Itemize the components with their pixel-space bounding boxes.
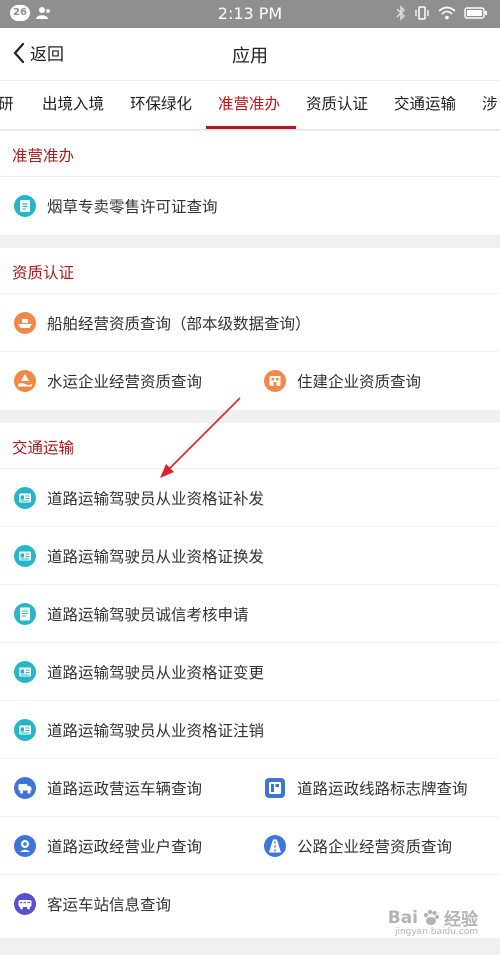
list-item-label: 道路运输驾驶员从业资格证补发 [47,490,265,508]
section-title: 资质认证 [12,264,75,282]
list-item-driver-certificate-cancellation[interactable]: 道路运输驾驶员从业资格证注销 [14,701,264,759]
chevron-left-icon [13,42,25,63]
active-tab-indicator [206,126,296,129]
tab-environment-greening[interactable]: 环保绿化 [130,81,192,129]
driver-certificate-icon [14,661,36,683]
list-item-label: 道路运输驾驶员从业资格证注销 [47,722,265,740]
list-item-label: 道路运政经营业户查询 [47,838,203,856]
driver-certificate-icon [14,487,36,509]
list-item-label: 公路企业经营资质查询 [297,838,453,856]
section-business-permits: 准营准办 烟草专卖零售许可证查询 [0,131,500,235]
list-item-label: 道路运输驾驶员诚信考核申请 [47,606,249,624]
list-item-driver-certificate-reissue[interactable]: 道路运输驾驶员从业资格证补发 [14,469,264,527]
section-title: 准营准办 [12,147,75,165]
driver-certificate-icon [14,545,36,567]
vehicle-icon [14,777,36,799]
list-item-label: 道路运政营运车辆查询 [47,780,203,798]
list-item-bus-station-info[interactable]: 客运车站信息查询 [14,875,171,933]
vibrate-icon [415,6,429,20]
list-item-label: 水运企业经营资质查询 [47,373,203,391]
list-item-label: 客运车站信息查询 [47,896,172,914]
tab-transportation[interactable]: 交通运输 [394,81,456,129]
section-title: 交通运输 [12,439,75,457]
construction-enterprise-icon [264,370,286,392]
list-row: 水运企业经营资质查询 住建企业资质查询 [0,352,500,410]
list-row: 道路运输驾驶员从业资格证注销 [0,701,500,759]
list-item-label: 道路运输驾驶员从业资格证变更 [47,664,265,682]
list-row: 道路运政经营业户查询 公路企业经营资质查询 [0,817,500,875]
tab-exit-entry[interactable]: 出境入境 [42,81,104,129]
watermark-url: jingyan.baidu.com [394,927,478,937]
ship-qualification-icon [14,312,36,334]
tab-business-permits[interactable]: 准营准办 [218,81,280,129]
list-item-label: 道路运政线路标志牌查询 [297,780,468,798]
driver-certificate-icon [14,603,36,625]
section-transportation: 交通运输 道路运输驾驶员从业资格证补发 道路运输驾驶员从业资格证换发 道路运输驾… [0,423,500,938]
list-row: 道路运输驾驶员从业资格证补发 [0,469,500,527]
status-right [396,5,488,21]
app-page: 26 2:13 PM 返回 应用 出境入境 环保绿化 准营准办 资质认证 交通运… [0,0,500,955]
section-header: 交通运输 [0,423,500,469]
list-row: 船舶经营资质查询（部本级数据查询） [0,294,500,352]
list-item-label: 道路运输驾驶员从业资格证换发 [47,548,265,566]
list-item-business-operator-query[interactable]: 道路运政经营业户查询 [14,817,202,875]
watermark-brand: Bai [387,907,418,928]
status-bar: 26 2:13 PM [0,0,500,28]
list-item-operating-vehicle-query[interactable]: 道路运政营运车辆查询 [14,759,202,817]
back-button[interactable]: 返回 [12,40,64,65]
list-item-construction-enterprise[interactable]: 住建企业资质查询 [264,352,421,410]
tab-qualification[interactable]: 资质认证 [306,81,368,129]
list-item-route-sign-query[interactable]: 道路运政线路标志牌查询 [264,759,468,817]
list-row: 道路运政营运车辆查询 道路运政线路标志牌查询 [0,759,500,817]
highway-enterprise-icon [264,835,286,857]
category-tabs[interactable]: 研 出境入境 环保绿化 准营准办 资质认证 交通运输 涉 [0,81,500,130]
list-row: 道路运输驾驶员诚信考核申请 [0,585,500,643]
list-item-highway-enterprise-query[interactable]: 公路企业经营资质查询 [264,817,452,875]
back-label: 返回 [30,45,64,65]
list-item-driver-certificate-change[interactable]: 道路运输驾驶员从业资格证变更 [14,643,264,701]
wifi-icon [438,6,456,20]
list-item-label: 住建企业资质查询 [297,373,422,391]
section-qualification: 资质认证 船舶经营资质查询（部本级数据查询） 水运企业经营资质查询 住建企业资质… [0,248,500,410]
bus-station-icon [14,893,36,915]
list-row: 道路运输驾驶员从业资格证换发 [0,527,500,585]
tab-research-partial[interactable]: 研 [0,81,14,129]
route-sign-icon [264,777,286,799]
list-item-waterway-enterprise[interactable]: 水运企业经营资质查询 [14,352,202,410]
baidu-jingyan-watermark: Bai 经验 jingyan.baidu.com [387,905,478,938]
waterway-enterprise-icon [14,370,36,392]
battery-icon [464,7,487,19]
driver-certificate-icon [14,719,36,741]
bluetooth-icon [396,5,406,21]
section-header: 准营准办 [0,131,500,177]
list-item-label: 烟草专卖零售许可证查询 [47,198,218,216]
paw-icon [423,909,439,925]
list-item-ship-qualification[interactable]: 船舶经营资质查询（部本级数据查询） [14,294,311,352]
list-item-tobacco-license[interactable]: 烟草专卖零售许可证查询 [14,177,218,235]
operator-icon [14,835,36,857]
list-row: 烟草专卖零售许可证查询 [0,177,500,235]
section-header: 资质认证 [0,248,500,294]
navigation-bar: 返回 应用 [0,28,500,81]
list-item-label: 船舶经营资质查询（部本级数据查询） [47,315,311,333]
list-item-driver-certificate-renewal[interactable]: 道路运输驾驶员从业资格证换发 [14,527,264,585]
page-title: 应用 [232,46,268,67]
tab-partial-more[interactable]: 涉 [482,81,498,129]
list-item-driver-credit-assessment[interactable]: 道路运输驾驶员诚信考核申请 [14,585,249,643]
tobacco-license-icon [14,195,36,217]
list-row: 道路运输驾驶员从业资格证变更 [0,643,500,701]
